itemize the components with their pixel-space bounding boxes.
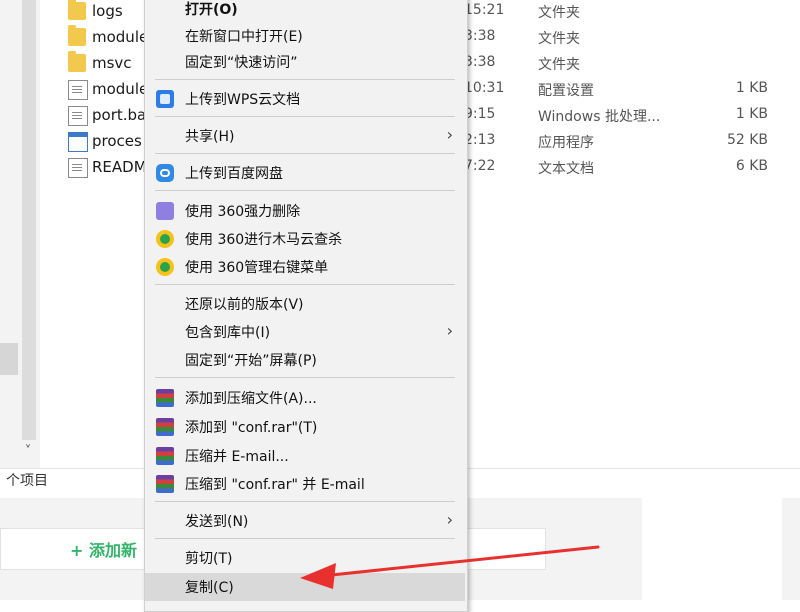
menu-item-restore-versions[interactable]: 还原以前的版本(V): [145, 290, 465, 318]
menu-item-add-archive[interactable]: 添加到压缩文件(A)...: [145, 384, 465, 412]
menu-item-pin-start[interactable]: 固定到“开始”屏幕(P): [145, 346, 465, 374]
menu-item-label: 压缩到 "conf.rar" 并 E-mail: [185, 477, 365, 493]
menu-item-copy[interactable]: 复制(C): [145, 573, 465, 601]
menu-separator: [155, 116, 455, 117]
file-type: 文件夹: [538, 31, 580, 47]
menu-separator: [155, 284, 455, 285]
menu-item-send-to[interactable]: 发送到(N) ›: [145, 507, 465, 535]
file-modified-time: 3:38: [464, 54, 496, 70]
winrar-icon: [156, 389, 174, 407]
menu-item-open-new-window[interactable]: 在新窗口中打开(E): [145, 22, 465, 50]
file-size: 1 KB: [735, 80, 768, 96]
add-new-button[interactable]: + 添加新: [70, 537, 137, 561]
file-size: 52 KB: [726, 132, 768, 148]
menu-item-add-conf-rar[interactable]: 添加到 "conf.rar"(T): [145, 413, 465, 441]
file-type: Windows 批处理...: [538, 109, 661, 125]
file-modified-time: 15:21: [464, 2, 505, 18]
batch-file-icon: [68, 106, 88, 126]
menu-item-share[interactable]: 共享(H) ›: [145, 122, 465, 150]
360-shred-icon: [156, 202, 174, 220]
menu-separator: [155, 377, 455, 378]
file-type: 文本文档: [538, 161, 594, 177]
item-count-status: 个项目: [6, 473, 48, 489]
file-size: 1 KB: [735, 106, 768, 122]
file-type: 配置设置: [538, 83, 594, 99]
menu-item-upload-baidu[interactable]: 上传到百度网盘: [145, 159, 465, 187]
menu-item-360-scan[interactable]: 使用 360进行木马云查杀: [145, 225, 465, 253]
file-modified-time: 10:31: [464, 80, 505, 96]
menu-item-label: 压缩并 E-mail...: [185, 449, 289, 465]
nav-selected-item[interactable]: [0, 343, 18, 375]
file-modified-time: 7:22: [464, 158, 496, 174]
menu-item-360-delete[interactable]: 使用 360强力删除: [145, 197, 465, 225]
360-security-icon: [156, 230, 174, 248]
menu-item-compress-email[interactable]: 压缩并 E-mail...: [145, 442, 465, 470]
menu-item-compress-conf-email[interactable]: 压缩到 "conf.rar" 并 E-mail: [145, 470, 465, 498]
menu-item-label: 共享(H): [185, 129, 235, 145]
menu-separator: [155, 153, 455, 154]
menu-item-label: 固定到“开始”屏幕(P): [185, 353, 317, 369]
menu-item-360-manage[interactable]: 使用 360管理右键菜单: [145, 253, 465, 281]
menu-item-label: 使用 360强力删除: [185, 204, 301, 220]
nav-scrollbar-thumb[interactable]: [22, 0, 36, 440]
exe-file-icon: [68, 132, 88, 152]
menu-item-label: 添加到 "conf.rar"(T): [185, 420, 318, 436]
file-type: 应用程序: [538, 135, 594, 151]
scroll-down-icon[interactable]: ˅: [18, 444, 38, 464]
menu-item-label: 包含到库中(I): [185, 325, 271, 341]
side-card: [642, 498, 782, 600]
file-type: 文件夹: [538, 5, 580, 21]
winrar-icon: [156, 418, 174, 436]
file-name: logs: [92, 2, 123, 20]
file-name: module: [92, 80, 149, 98]
menu-item-label: 固定到“快速访问”: [185, 55, 298, 71]
chevron-right-icon: ›: [446, 321, 453, 340]
menu-separator: [155, 538, 455, 539]
file-type: 文件夹: [538, 57, 580, 73]
file-name: module: [92, 28, 149, 46]
file-modified-time: 3:38: [464, 28, 496, 44]
menu-item-include-library[interactable]: 包含到库中(I) ›: [145, 318, 465, 346]
file-name: msvc: [92, 54, 132, 72]
context-menu: 打开(O) 在新窗口中打开(E) 固定到“快速访问” 上传到WPS云文档 共享(…: [144, 0, 468, 612]
config-file-icon: [68, 80, 88, 100]
360-security-icon: [156, 258, 174, 276]
wps-cloud-icon: [156, 90, 174, 108]
file-modified-time: 9:15: [464, 106, 496, 122]
menu-separator: [155, 79, 455, 80]
menu-item-label: 添加到压缩文件(A)...: [185, 391, 317, 407]
menu-item-upload-wps[interactable]: 上传到WPS云文档: [145, 85, 465, 113]
menu-item-open[interactable]: 打开(O): [145, 0, 465, 23]
file-modified-time: 2:13: [464, 132, 496, 148]
file-name: proces: [92, 132, 142, 150]
chevron-right-icon: ›: [446, 510, 453, 529]
menu-item-label: 上传到WPS云文档: [185, 92, 301, 108]
baidu-netdisk-icon: [156, 164, 174, 182]
folder-icon: [68, 51, 86, 72]
text-file-icon: [68, 158, 88, 178]
menu-item-label: 使用 360管理右键菜单: [185, 260, 329, 276]
menu-item-label: 复制(C): [185, 580, 234, 596]
menu-item-label: 发送到(N): [185, 514, 249, 530]
file-name: port.ba: [92, 106, 147, 124]
menu-item-cut[interactable]: 剪切(T): [145, 544, 465, 572]
winrar-icon: [156, 475, 174, 493]
chevron-right-icon: ›: [446, 125, 453, 144]
menu-item-label: 打开(O): [185, 2, 238, 18]
file-name: READM: [92, 158, 147, 176]
file-size: 6 KB: [735, 158, 768, 174]
menu-separator: [155, 501, 455, 502]
menu-separator: [155, 190, 455, 191]
menu-item-label: 剪切(T): [185, 551, 233, 567]
winrar-icon: [156, 447, 174, 465]
folder-icon: [68, 25, 86, 46]
menu-item-label: 还原以前的版本(V): [185, 297, 304, 313]
folder-icon: [68, 0, 86, 20]
menu-item-label: 在新窗口中打开(E): [185, 29, 303, 45]
menu-item-label: 上传到百度网盘: [185, 166, 283, 182]
menu-item-pin-quick-access[interactable]: 固定到“快速访问”: [145, 48, 465, 76]
menu-item-label: 使用 360进行木马云查杀: [185, 232, 343, 248]
